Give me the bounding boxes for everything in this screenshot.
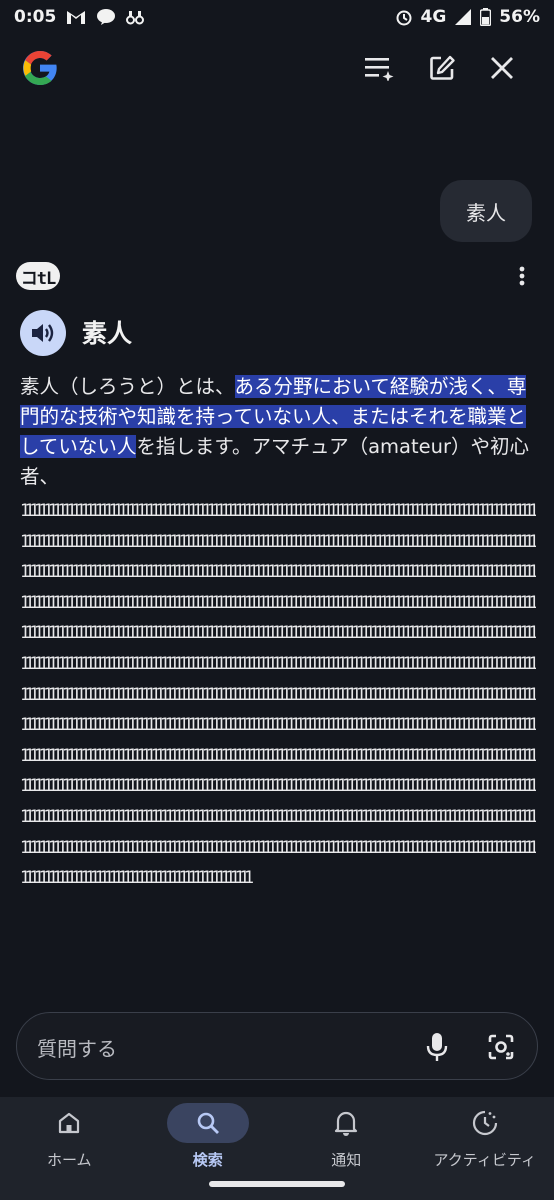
repeated-ones-text: 1111111111111111111111111111111111111111… — [20, 501, 536, 888]
edit-button[interactable] — [424, 50, 460, 86]
google-logo-icon[interactable] — [20, 48, 60, 88]
bell-icon — [335, 1111, 358, 1136]
gesture-bar[interactable] — [209, 1181, 345, 1187]
close-button[interactable] — [484, 50, 520, 86]
search-icon — [197, 1112, 219, 1134]
camera-lens-icon — [488, 1034, 514, 1060]
network-label: 4G — [420, 7, 447, 27]
alarm-icon — [396, 10, 411, 26]
definition-text: 素人（しろうと）とは、ある分野において経験が浅く、専門的な技術や知識を持っていな… — [20, 372, 536, 492]
nav-search-label: 検索 — [192, 1151, 223, 1169]
battery-icon — [480, 8, 492, 26]
signal-icon — [455, 9, 472, 25]
definition-intro: 素人（しろうと）とは、 — [20, 375, 235, 398]
binoculars-icon — [126, 11, 145, 25]
battery-level: 56% — [499, 7, 540, 27]
speaker-icon — [32, 324, 54, 342]
nav-activity-label: アクティビティ — [433, 1151, 536, 1169]
more-vert-icon — [519, 266, 525, 286]
ask-placeholder: 質問する — [37, 1037, 117, 1061]
nav-home-label: ホーム — [46, 1151, 92, 1169]
list-sparkle-icon — [365, 58, 394, 81]
more-options-button[interactable] — [512, 264, 532, 288]
source-logo[interactable]: コtL — [16, 262, 60, 290]
activity-icon — [472, 1110, 497, 1136]
source-logo-text: コtL — [20, 268, 56, 289]
status-time: 0:05 — [14, 7, 57, 27]
top-bar — [0, 44, 554, 92]
lens-button[interactable] — [483, 1029, 519, 1065]
nav-activity[interactable]: アクティビティ — [416, 1097, 554, 1200]
voice-search-button[interactable] — [419, 1029, 455, 1065]
pronounce-button[interactable] — [20, 310, 66, 356]
microphone-icon — [426, 1033, 448, 1061]
home-icon — [59, 1112, 80, 1134]
close-icon — [491, 57, 513, 79]
gmail-icon — [67, 11, 86, 24]
history-button[interactable] — [361, 50, 397, 86]
nav-home[interactable]: ホーム — [0, 1097, 139, 1200]
status-bar: 0:05 4G 56% — [0, 0, 554, 34]
edit-icon — [430, 55, 455, 80]
line-icon — [97, 9, 116, 25]
ask-input[interactable]: 質問する — [16, 1012, 538, 1080]
nav-notifications-label: 通知 — [331, 1151, 362, 1169]
user-query-bubble: 素人 — [440, 180, 532, 242]
word-title: 素人 — [82, 319, 133, 348]
user-query-text: 素人 — [466, 200, 506, 225]
